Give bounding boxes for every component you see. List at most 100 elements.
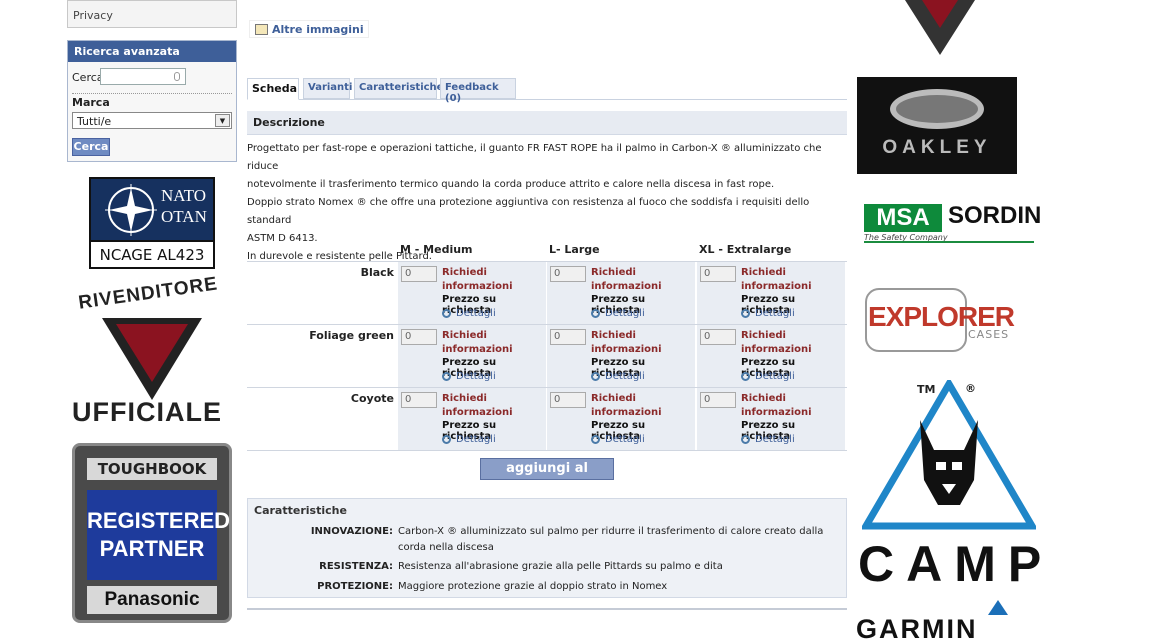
panasonic-text: Panasonic [87, 586, 217, 614]
oakley-logo[interactable]: OAKLEY [857, 77, 1017, 174]
magnifier-icon [442, 372, 451, 381]
request-info-link[interactable]: Richiedi informazioni [591, 329, 691, 357]
garmin-triangle-icon [988, 600, 1008, 615]
magnifier-icon [741, 372, 750, 381]
tab-feedback[interactable]: Feedback (0) [440, 78, 516, 104]
request-info-link[interactable]: Richiedi informazioni [442, 392, 542, 420]
quantity-input[interactable]: 0 [550, 266, 586, 282]
feature-value: Resistenza all'abrasione grazie alla pel… [398, 561, 723, 572]
magnifier-icon [591, 309, 600, 318]
more-images-link[interactable]: Altre immagini [249, 20, 369, 38]
details-link[interactable]: Dettagli [442, 371, 496, 382]
magnifier-icon [741, 435, 750, 444]
details-link[interactable]: Dettagli [741, 308, 795, 319]
description-line: notevolmente il trasferimento termico qu… [247, 179, 775, 190]
description-line: Progettato per fast-rope e operazioni ta… [247, 143, 822, 172]
request-info-link[interactable]: Richiedi informazioni [591, 266, 691, 294]
request-info-link[interactable]: Richiedi informazioni [442, 329, 542, 357]
details-label: Dettagli [755, 308, 795, 319]
toughbook-partner-badge: TOUGHBOOK REGISTERED PARTNER Panasonic [72, 443, 232, 623]
feature-key: PROTEZIONE: [317, 581, 393, 592]
quantity-input[interactable]: 0 [401, 329, 437, 345]
brand-label: Marca [72, 96, 110, 109]
brand-select[interactable]: Tutti/e ▼ [72, 112, 232, 129]
feature-key: INNOVAZIONE: [310, 526, 393, 537]
variant-cell: 0 Richiedi informazioni Prezzo su richiest… [547, 325, 695, 387]
magnifier-icon [591, 372, 600, 381]
nato-line2: OTAN [161, 207, 207, 226]
variant-cell: 0 Richiedi informazioni Prezzo su richiest… [547, 388, 695, 450]
quantity-input[interactable]: 0 [700, 392, 736, 408]
compass-star-icon [105, 184, 157, 236]
ncage-code: NCAGE AL423 [91, 240, 213, 267]
sordin-text: SORDIN [948, 202, 1042, 229]
magnifier-icon [591, 435, 600, 444]
details-label: Dettagli [605, 308, 645, 319]
garmin-logo[interactable]: GARMIN [856, 614, 978, 644]
details-label: Dettagli [755, 371, 795, 382]
chevron-down-icon[interactable]: ▼ [215, 114, 230, 127]
details-link[interactable]: Dettagli [591, 308, 645, 319]
nato-emblem: NATO OTAN [91, 179, 213, 240]
request-info-link[interactable]: Richiedi informazioni [741, 266, 841, 294]
search-input[interactable] [100, 68, 186, 85]
details-label: Dettagli [605, 371, 645, 382]
details-link[interactable]: Dettagli [591, 434, 645, 445]
features-panel: Caratteristiche INNOVAZIONE: Carbon-X ® … [247, 498, 847, 598]
details-label: Dettagli [755, 434, 795, 445]
details-link[interactable]: Dettagli [591, 371, 645, 382]
details-label: Dettagli [456, 371, 496, 382]
variant-cell: 0 Richiedi informazioni Prezzo su richiest… [398, 325, 546, 387]
variant-cell: 0 Richiedi informazioni Prezzo su richiest… [547, 262, 695, 324]
details-label: Dettagli [456, 308, 496, 319]
nato-text: NATO OTAN [161, 185, 207, 227]
variant-color-label: Foliage green [309, 329, 394, 342]
microphone-icon[interactable] [174, 72, 180, 81]
divider [247, 608, 847, 610]
official-reseller-top-text: RIVENDITORE [77, 273, 220, 314]
description-header: Descrizione [247, 111, 847, 135]
quantity-input[interactable]: 0 [700, 329, 736, 345]
camp-registered: ® [965, 382, 976, 395]
feature-value: Maggiore protezione grazie al doppio str… [398, 581, 668, 592]
feature-value: Carbon-X ® alluminizzato sul palmo per r… [398, 526, 824, 553]
size-header-xl: XL - Extralarge [699, 243, 792, 256]
tab-scheda[interactable]: Scheda [247, 78, 299, 100]
quantity-input[interactable]: 0 [401, 392, 437, 408]
images-icon [255, 24, 268, 35]
reseller-triangle-inner [922, 0, 958, 28]
details-link[interactable]: Dettagli [442, 434, 496, 445]
tab-caratteristiche[interactable]: Caratteristiche [354, 78, 443, 99]
size-header-m: M - Medium [400, 243, 473, 256]
variant-color-label: Coyote [350, 392, 394, 405]
details-label: Dettagli [605, 434, 645, 445]
divider [72, 93, 232, 94]
privacy-link[interactable]: Privacy [67, 0, 237, 28]
request-info-link[interactable]: Richiedi informazioni [741, 329, 841, 357]
search-button[interactable]: Cerca [72, 138, 110, 156]
camp-trademark: TM [917, 383, 936, 396]
quantity-input[interactable]: 0 [401, 266, 437, 282]
msa-logo[interactable]: MSA [864, 204, 942, 232]
divider [864, 241, 1034, 243]
details-link[interactable]: Dettagli [741, 434, 795, 445]
request-info-link[interactable]: Richiedi informazioni [591, 392, 691, 420]
variant-cell: 0 Richiedi informazioni Prezzo su richiest… [398, 262, 546, 324]
details-link[interactable]: Dettagli [741, 371, 795, 382]
details-link[interactable]: Dettagli [442, 308, 496, 319]
camp-husky-logo-icon[interactable] [862, 380, 1036, 530]
nato-line1: NATO [161, 186, 207, 205]
request-info-link[interactable]: Richiedi informazioni [442, 266, 542, 294]
brand-select-value: Tutti/e [77, 115, 112, 128]
quantity-input[interactable]: 0 [550, 392, 586, 408]
add-to-cart-button[interactable]: aggiungi al carrello [480, 458, 614, 496]
request-info-link[interactable]: Richiedi informazioni [741, 392, 841, 420]
product-tabs: Scheda Varianti Caratteristiche Feedback… [247, 78, 847, 104]
quantity-input[interactable]: 0 [700, 266, 736, 282]
oakley-ellipse-icon [890, 89, 984, 129]
quantity-input[interactable]: 0 [550, 329, 586, 345]
search-label: Cerca [72, 71, 104, 84]
oakley-text: OAKLEY [882, 137, 992, 158]
nato-logo: NATO OTAN NCAGE AL423 [89, 177, 215, 269]
tab-varianti[interactable]: Varianti [303, 78, 352, 99]
